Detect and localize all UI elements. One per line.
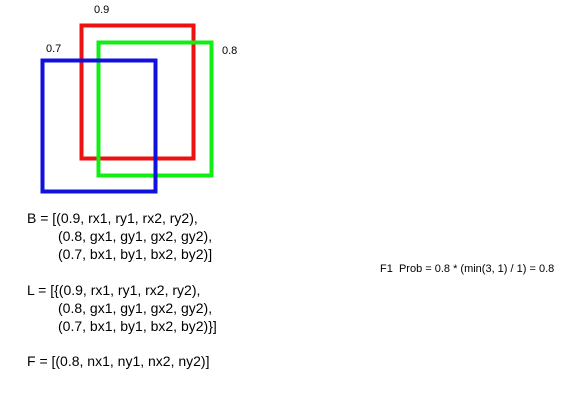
code-f-line-1: F = [(0.8, nx1, ny1, nx2, ny2)]	[27, 353, 210, 369]
blue-box-score-label: 0.7	[46, 43, 62, 55]
code-l-line-2: (0.8, gx1, gy1, gx2, gy2),	[58, 300, 213, 316]
code-b-line-1: B = [(0.9, rx1, ry1, rx2, ry2),	[27, 210, 198, 226]
code-b-line-2: (0.8, gx1, gy1, gx2, gy2),	[58, 228, 213, 244]
code-l-line-1: L = [{(0.9, rx1, ry1, rx2, ry2),	[27, 282, 201, 298]
green-box-score-label: 0.8	[222, 45, 238, 57]
code-b-line-3: (0.7, bx1, by1, bx2, by2)]	[58, 246, 213, 262]
red-box-score-label: 0.9	[94, 4, 110, 16]
f1-probability-formula: F1 Prob = 0.8 * (min(3, 1) / 1) = 0.8	[380, 263, 555, 275]
code-l-line-3: (0.7, bx1, by1, bx2, by2)}]	[58, 318, 217, 334]
bounding-box-diagram	[40, 23, 214, 194]
